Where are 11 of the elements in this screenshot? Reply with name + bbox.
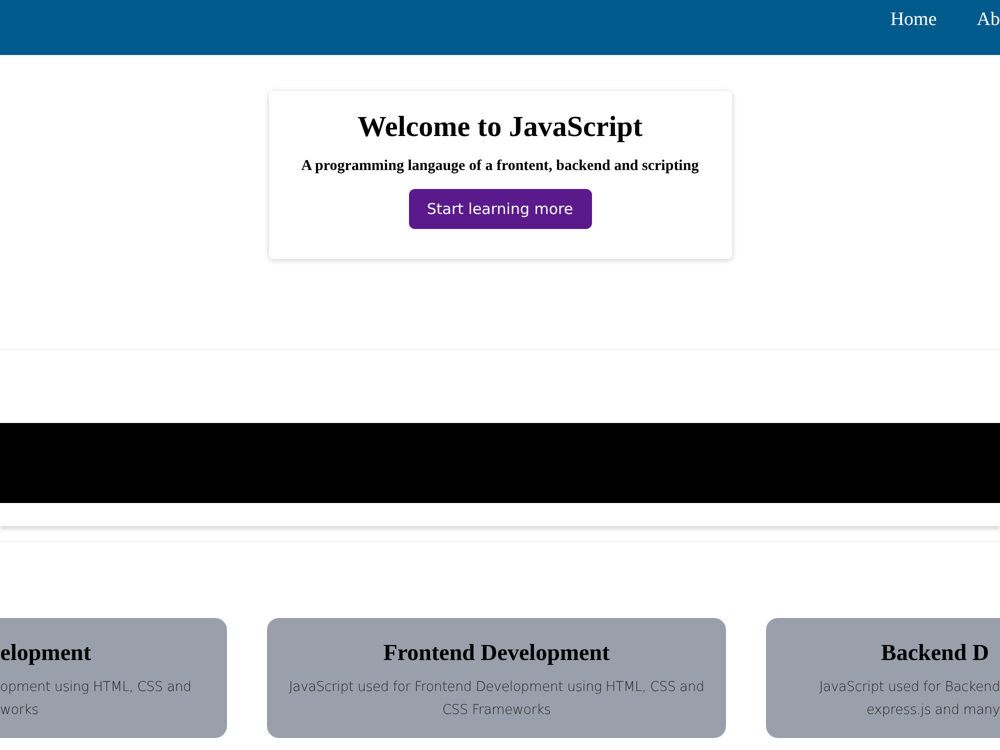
card-title: elopment (0, 640, 92, 666)
card-title: Frontend Development (382, 640, 611, 666)
nav-link[interactable]: Ab (976, 9, 1000, 31)
hero-title: Welcome to JavaScript (357, 111, 643, 144)
card-title: Backend D (880, 640, 990, 666)
card-description: opment using HTML, CSS and works (0, 678, 192, 720)
nav-link[interactable]: Home (890, 9, 937, 31)
card-description: JavaScript used for Frontend Development using HTML, CSS and CSS Frameworks (288, 678, 706, 720)
hero-subtitle: A programming langauge of a frontent, backend and scripting (301, 158, 699, 175)
start-learning-button[interactable]: Start learning more (408, 189, 592, 229)
card-description: JavaScript used for Backend express.js and many (818, 678, 1000, 720)
